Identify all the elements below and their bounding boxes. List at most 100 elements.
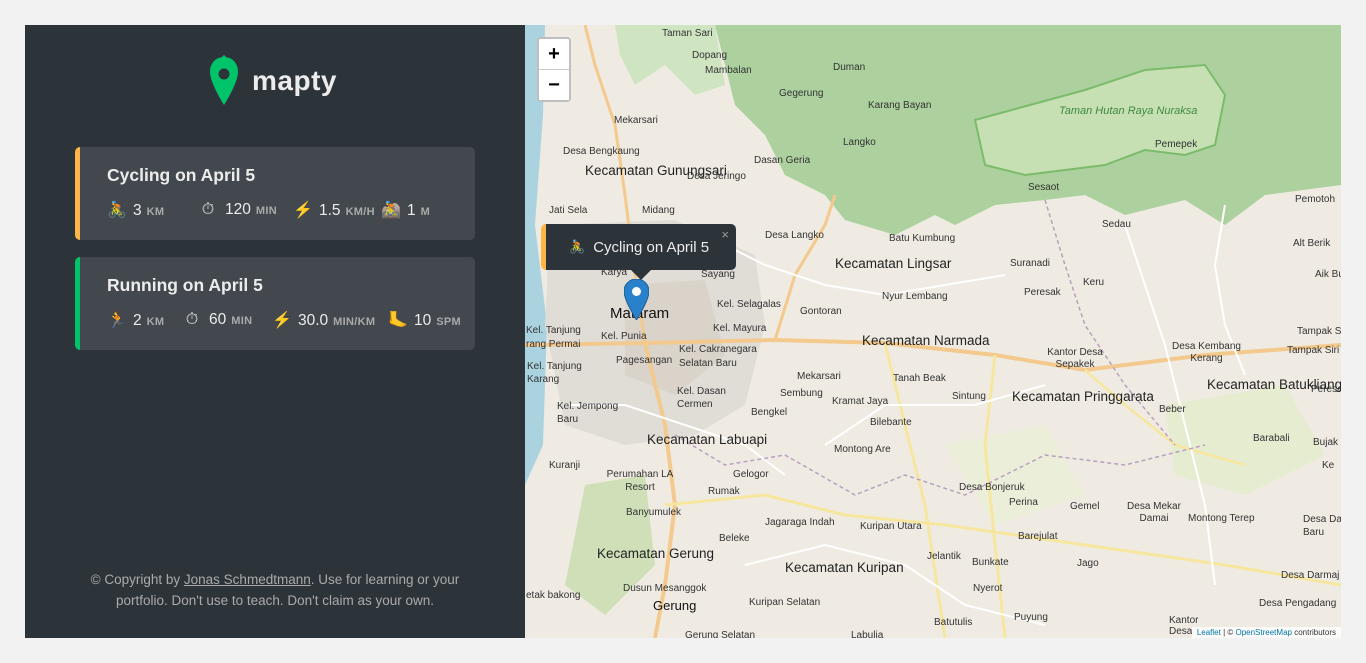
map-label: Gerung Selatan bbox=[685, 630, 756, 638]
map[interactable]: + − Taman Sari Dopang Mambalan Duman Geg… bbox=[525, 25, 1341, 638]
speed-value: 1.5 bbox=[319, 202, 341, 219]
stopwatch-icon: ⏱ bbox=[201, 201, 215, 218]
map-label: Puyung bbox=[1014, 612, 1048, 623]
distance-unit: KM bbox=[146, 206, 165, 218]
map-label: Beleke bbox=[719, 533, 750, 544]
cyclist-icon: 🚴 bbox=[569, 239, 586, 254]
map-label: Desa Da Baru bbox=[1303, 514, 1341, 538]
pace-detail: ⚡️ 30.0 MIN/KM bbox=[272, 310, 388, 330]
leaflet-link[interactable]: Leaflet bbox=[1197, 628, 1221, 637]
map-label: Desa Bengkaung bbox=[563, 146, 640, 157]
map-label: rang Permai bbox=[526, 339, 581, 350]
map-label-district: Kecamatan Gunungsari bbox=[585, 163, 727, 178]
map-label: Bengkel bbox=[751, 407, 788, 418]
map-label: Dusun Mesanggok bbox=[623, 583, 707, 594]
map-label: Montong Are bbox=[834, 444, 891, 455]
map-label: Taman Sari bbox=[662, 28, 713, 39]
map-label: Kel. Cakranegara Selatan Baru bbox=[679, 344, 757, 369]
map-label: Tanah Beak bbox=[893, 373, 946, 384]
map-label: Sedau bbox=[1102, 219, 1131, 230]
elevation-detail: 🚵 1 M bbox=[381, 200, 430, 220]
speed-detail: ⚡️ 1.5 KM/H bbox=[293, 200, 381, 220]
elevation-unit: M bbox=[420, 206, 431, 218]
mountain-biker-icon: 🚵 bbox=[381, 202, 401, 219]
map-label: Barejulat bbox=[1018, 531, 1058, 542]
map-label: Dopang bbox=[692, 50, 728, 61]
map-label: Beber bbox=[1159, 404, 1186, 415]
map-label: Batutulis bbox=[934, 617, 973, 628]
map-label: Aik Bu bbox=[1315, 269, 1341, 280]
map-marker-icon[interactable] bbox=[624, 279, 649, 320]
map-label: Kel. Dasan Cermen bbox=[677, 386, 726, 410]
map-label: Sintung bbox=[952, 391, 986, 402]
map-label: Desa Darmaj bbox=[1281, 570, 1340, 581]
map-label-district: Kecamatan Lingsar bbox=[835, 256, 952, 271]
map-label-district: Kecamatan Batukliang bbox=[1207, 377, 1341, 392]
map-label: Mekarsari bbox=[797, 371, 841, 382]
brand-name: mapty bbox=[252, 65, 337, 96]
map-label: Sesaot bbox=[1028, 182, 1060, 193]
map-label: Kel. Punia bbox=[601, 331, 647, 342]
map-label: Tampak Sirir bbox=[1297, 326, 1341, 337]
osm-link[interactable]: OpenStreetMap bbox=[1235, 628, 1291, 637]
map-label-district: Kecamatan Pringgarata bbox=[1012, 389, 1154, 404]
map-label: Ke bbox=[1322, 460, 1335, 471]
map-label: Tampak Siri bbox=[1287, 345, 1340, 356]
map-label: Kuranji bbox=[549, 460, 581, 471]
map-label: Jelantik bbox=[927, 551, 961, 562]
map-label: Pemotoh bbox=[1295, 194, 1336, 205]
map-label: Alt Berik bbox=[1293, 238, 1331, 249]
map-label-district: Kecamatan Labuapi bbox=[647, 432, 768, 447]
map-label: Montong Terep bbox=[1188, 513, 1255, 524]
zoom-in-button[interactable]: + bbox=[539, 39, 569, 70]
foot-icon: 🦶 bbox=[388, 312, 408, 329]
workout-card-cycling[interactable]: Cycling on April 5 🚴 3 KM ⏱ 120 MIN ⚡️ 1… bbox=[75, 147, 475, 240]
map-label: Pagesangan bbox=[616, 355, 673, 366]
workout-title: Running on April 5 bbox=[107, 275, 263, 295]
workout-popup[interactable]: 🚴 Cycling on April 5 × bbox=[541, 224, 736, 270]
duration-value: 60 bbox=[209, 311, 227, 328]
map-label: Jago bbox=[1077, 558, 1099, 569]
map-label: Kramat Jaya bbox=[832, 396, 889, 407]
map-label: Nyerot bbox=[973, 583, 1003, 594]
logo: mapty bbox=[208, 55, 337, 107]
cyclist-icon: 🚴 bbox=[107, 202, 127, 219]
map-label: Dasan Geria bbox=[754, 155, 811, 166]
map-label: Desa Mekar Damai bbox=[1127, 501, 1181, 524]
lightning-icon: ⚡️ bbox=[293, 202, 313, 219]
map-label: Gontoran bbox=[800, 306, 842, 317]
map-label: Midang bbox=[642, 205, 675, 216]
map-pin-logo-icon bbox=[210, 55, 238, 105]
pace-unit: MIN/KM bbox=[333, 316, 376, 328]
map-label: Perina bbox=[1009, 497, 1038, 508]
map-label: Bunkate bbox=[972, 557, 1009, 568]
author-link[interactable]: Jonas Schmedtmann bbox=[184, 572, 311, 587]
map-label-park: Taman Hutan Raya Nuraksa bbox=[1059, 105, 1198, 117]
duration-detail: ⏱ 60 MIN bbox=[183, 311, 272, 329]
map-label: Bilebante bbox=[870, 417, 912, 428]
popup-close-button[interactable]: × bbox=[721, 227, 729, 242]
map-label-district: Kecamatan Narmada bbox=[862, 333, 990, 348]
map-label: Barabali bbox=[1253, 433, 1290, 444]
attribution-sep: | © bbox=[1220, 628, 1236, 637]
cadence-unit: SPM bbox=[436, 316, 461, 328]
map-label: Gerung bbox=[653, 598, 697, 613]
duration-unit: MIN bbox=[231, 315, 253, 327]
map-label: Kel. Jempong Baru bbox=[557, 401, 619, 425]
map-label: Banyumulek bbox=[626, 507, 682, 518]
map-label: Kuripan Selatan bbox=[749, 597, 821, 608]
map-label: Mekarsari bbox=[614, 115, 658, 126]
zoom-out-button[interactable]: − bbox=[539, 70, 569, 100]
runner-icon: 🏃 bbox=[107, 312, 127, 329]
popup-text: Cycling on April 5 bbox=[593, 238, 710, 256]
stopwatch-icon: ⏱ bbox=[185, 311, 199, 328]
map-label: Desa Langko bbox=[765, 230, 824, 241]
workout-title: Cycling on April 5 bbox=[107, 165, 256, 185]
map-label: Kuripan Utara bbox=[860, 521, 922, 532]
map-label: Jagaraga Indah bbox=[765, 517, 835, 528]
distance-value: 3 bbox=[133, 202, 142, 219]
duration-unit: MIN bbox=[255, 205, 277, 217]
copyright-prefix: © Copyright by bbox=[90, 571, 184, 587]
map-label: Desa Jeringo bbox=[687, 171, 746, 182]
workout-card-running[interactable]: Running on April 5 🏃 2 KM ⏱ 60 MIN ⚡️ 30… bbox=[75, 257, 475, 350]
